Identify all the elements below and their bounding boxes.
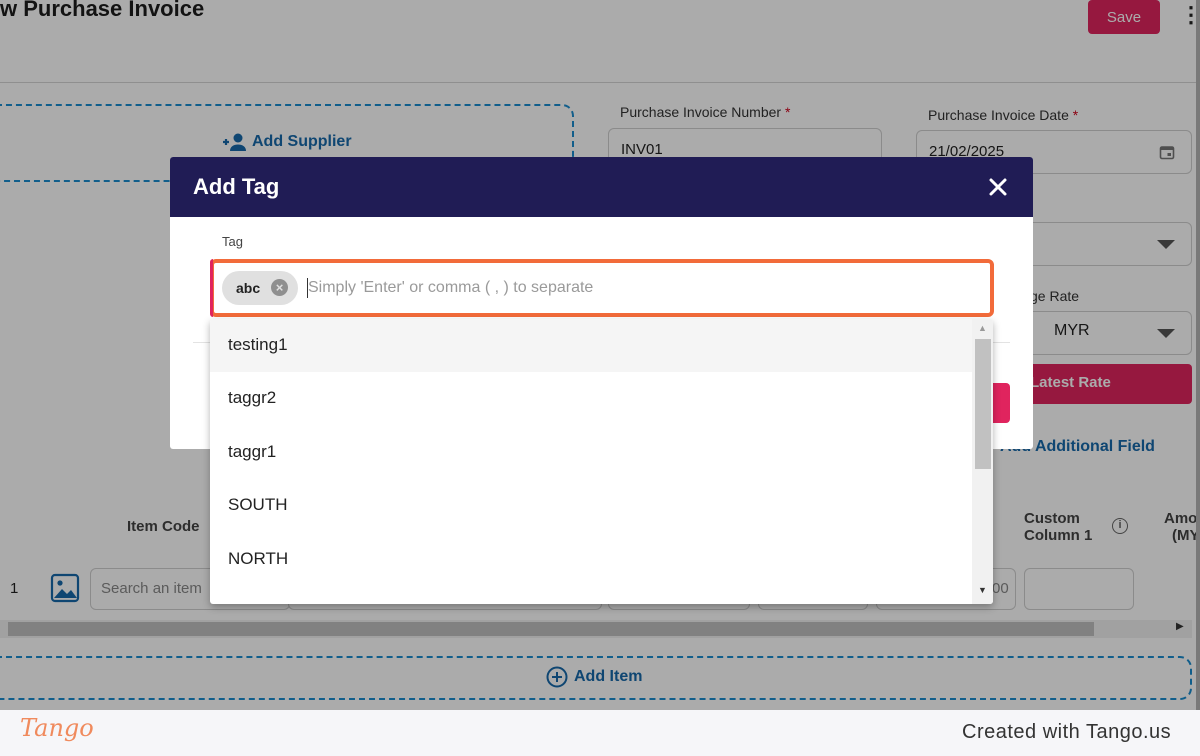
scroll-down-icon[interactable]: ▼ — [978, 585, 987, 595]
tag-input-focus-edge — [210, 259, 213, 317]
modal-header: Add Tag — [170, 157, 1033, 217]
tango-logo: Tango — [20, 714, 94, 742]
modal-title: Add Tag — [193, 174, 280, 199]
tag-chip-label: abc — [236, 280, 261, 296]
dropdown-option[interactable]: testing1 — [210, 319, 972, 372]
chip-remove-icon[interactable]: × — [271, 279, 288, 296]
tango-credit: Created with Tango.us — [962, 721, 1172, 743]
dropdown-scrollbar[interactable]: ▲ ▼ — [972, 319, 993, 604]
tag-field-label: Tag — [222, 234, 243, 249]
dropdown-option[interactable]: taggr1 — [210, 426, 972, 479]
scroll-up-icon[interactable]: ▲ — [978, 323, 987, 333]
tag-suggestions-dropdown: testing1 taggr2 taggr1 SOUTH NORTH ▲ ▼ — [210, 319, 993, 604]
tag-input-placeholder: Simply 'Enter' or comma ( , ) to separat… — [308, 279, 594, 296]
dropdown-scroll-thumb[interactable] — [975, 339, 991, 469]
close-icon[interactable] — [986, 175, 1010, 199]
dropdown-option[interactable]: taggr2 — [210, 372, 972, 425]
dropdown-option[interactable]: NORTH — [210, 533, 972, 586]
dropdown-option[interactable]: SOUTH — [210, 479, 972, 532]
